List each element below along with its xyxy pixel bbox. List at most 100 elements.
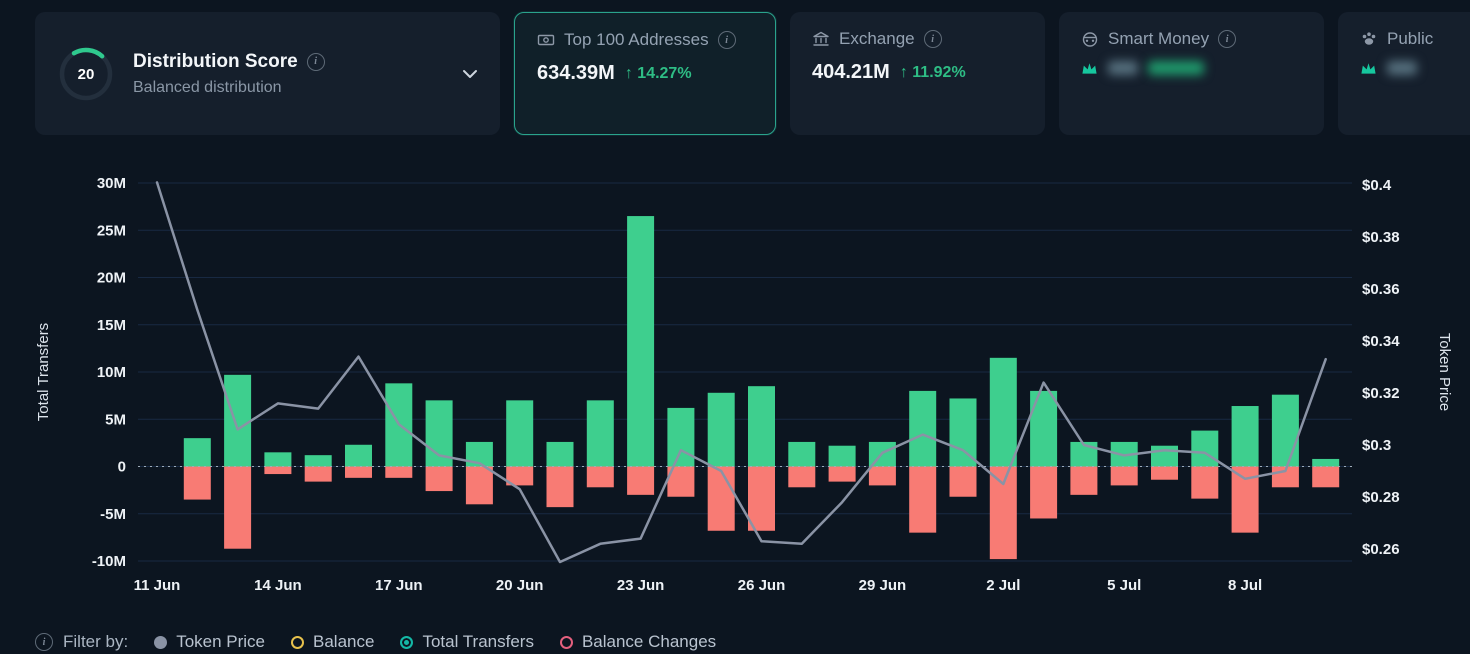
x-axis-tick: 14 Jun xyxy=(254,577,302,594)
bar-negative xyxy=(264,467,291,475)
bar-negative xyxy=(829,467,856,482)
crown-icon xyxy=(1360,61,1377,75)
masked-value xyxy=(1387,61,1417,75)
x-axis-tick: 5 Jul xyxy=(1107,577,1141,594)
x-axis-tick: 17 Jun xyxy=(375,577,423,594)
bar-negative xyxy=(1151,467,1178,480)
bar-positive xyxy=(1030,391,1057,467)
bar-negative xyxy=(1191,467,1218,499)
smart-money-card[interactable]: Smart Money i xyxy=(1059,12,1324,135)
left-axis-tick: 30M xyxy=(97,175,126,192)
right-axis-tick: $0.34 xyxy=(1362,333,1400,350)
bar-positive xyxy=(829,446,856,467)
public-title: Public xyxy=(1387,29,1433,49)
bar-negative xyxy=(788,467,815,488)
public-card[interactable]: Public xyxy=(1338,12,1470,135)
filter-balance-changes[interactable]: Balance Changes xyxy=(560,632,716,652)
bar-negative xyxy=(909,467,936,533)
left-axis-tick: 25M xyxy=(97,222,126,239)
bar-positive xyxy=(345,445,372,467)
filter-balance[interactable]: Balance xyxy=(291,632,374,652)
info-icon[interactable]: i xyxy=(1218,30,1236,48)
chart-canvas[interactable]: 30M 25M 20M 15M 10M 5M 0 -5M -10M $0.4 $0.38 $0.36 $… xyxy=(0,148,1470,610)
distribution-score-title: Distribution Score xyxy=(133,51,298,73)
left-axis-tick: 20M xyxy=(97,270,126,287)
total-transfers-marker-icon xyxy=(400,636,413,649)
smart-money-title: Smart Money xyxy=(1108,29,1209,49)
left-axis-tick: -5M xyxy=(100,506,126,523)
left-axis-tick: 10M xyxy=(97,364,126,381)
distribution-score-card[interactable]: 20 Distribution Score i Balanced distrib… xyxy=(35,12,500,135)
right-axis-tick: $0.26 xyxy=(1362,541,1400,558)
x-axis-tick: 20 Jun xyxy=(496,577,544,594)
bar-negative xyxy=(547,467,574,508)
bar-positive xyxy=(950,398,977,466)
bar-positive xyxy=(547,442,574,467)
x-axis-tick: 26 Jun xyxy=(738,577,786,594)
bar-positive xyxy=(909,391,936,467)
left-axis-tick: -10M xyxy=(92,553,126,570)
bar-negative xyxy=(1070,467,1097,495)
incognito-icon xyxy=(1081,30,1099,48)
bar-negative xyxy=(1312,467,1339,488)
exchange-value: 404.21M xyxy=(812,61,890,84)
bar-positive xyxy=(667,408,694,467)
left-axis-tick: 5M xyxy=(105,411,126,428)
bar-positive xyxy=(708,393,735,467)
filter-bar: i Filter by: Token Price Balance Total T… xyxy=(35,632,716,652)
bar-negative xyxy=(305,467,332,482)
top-100-addresses-value: 634.39M xyxy=(537,62,615,85)
filter-label: Total Transfers xyxy=(422,632,534,652)
bar-positive xyxy=(264,452,291,466)
filter-total-transfers[interactable]: Total Transfers xyxy=(400,632,534,652)
top-100-addresses-change: ↑ 14.27% xyxy=(625,65,692,83)
info-icon[interactable]: i xyxy=(307,53,325,71)
exchange-card[interactable]: Exchange i 404.21M ↑ 11.92% xyxy=(790,12,1045,135)
bar-positive xyxy=(1151,446,1178,467)
right-axis-tick: $0.4 xyxy=(1362,177,1392,194)
bar-positive xyxy=(788,442,815,467)
right-axis-title: Token Price xyxy=(1436,333,1453,411)
masked-change xyxy=(1148,61,1204,75)
chevron-down-icon[interactable] xyxy=(462,69,478,79)
bar-positive xyxy=(224,375,251,467)
bar-negative xyxy=(1030,467,1057,519)
right-axis-tick: $0.3 xyxy=(1362,437,1391,454)
left-axis-tick: 0 xyxy=(118,459,126,476)
bar-positive xyxy=(990,358,1017,467)
bar-negative xyxy=(748,467,775,531)
bar-positive xyxy=(1232,406,1259,466)
crown-icon xyxy=(1081,61,1098,75)
stats-header: 20 Distribution Score i Balanced distrib… xyxy=(0,0,1470,136)
right-axis-tick: $0.38 xyxy=(1362,229,1400,246)
filter-token-price[interactable]: Token Price xyxy=(154,632,265,652)
bar-positive xyxy=(305,455,332,466)
x-axis-tick: 8 Jul xyxy=(1228,577,1262,594)
bar-positive xyxy=(506,400,533,466)
bar-positive xyxy=(587,400,614,466)
banknote-icon xyxy=(537,31,555,49)
x-axis-tick: 11 Jun xyxy=(134,577,181,594)
x-axis-tick: 29 Jun xyxy=(859,577,907,594)
top-100-addresses-card[interactable]: Top 100 Addresses i 634.39M ↑ 14.27% xyxy=(514,12,776,135)
masked-value xyxy=(1108,61,1138,75)
bar-positive xyxy=(1272,395,1299,467)
info-icon[interactable]: i xyxy=(718,31,736,49)
right-axis-tick: $0.36 xyxy=(1362,281,1400,298)
bar-positive xyxy=(748,386,775,466)
info-icon[interactable]: i xyxy=(924,30,942,48)
info-icon[interactable]: i xyxy=(35,633,53,651)
right-axis-tick: $0.32 xyxy=(1362,385,1400,402)
bar-negative xyxy=(587,467,614,488)
x-axis-tick: 23 Jun xyxy=(617,577,665,594)
transfers-price-chart[interactable]: 30M 25M 20M 15M 10M 5M 0 -5M -10M $0.4 $0.38 $0.36 $… xyxy=(0,148,1470,615)
bar-negative xyxy=(950,467,977,497)
filter-label: Token Price xyxy=(176,632,265,652)
balance-changes-marker-icon xyxy=(560,636,573,649)
filter-label: Balance Changes xyxy=(582,632,716,652)
bank-icon xyxy=(812,30,830,48)
bar-negative xyxy=(627,467,654,495)
left-axis-tick: 15M xyxy=(97,317,126,334)
filter-by-label: Filter by: xyxy=(63,632,128,652)
top-100-addresses-title: Top 100 Addresses xyxy=(564,30,709,50)
